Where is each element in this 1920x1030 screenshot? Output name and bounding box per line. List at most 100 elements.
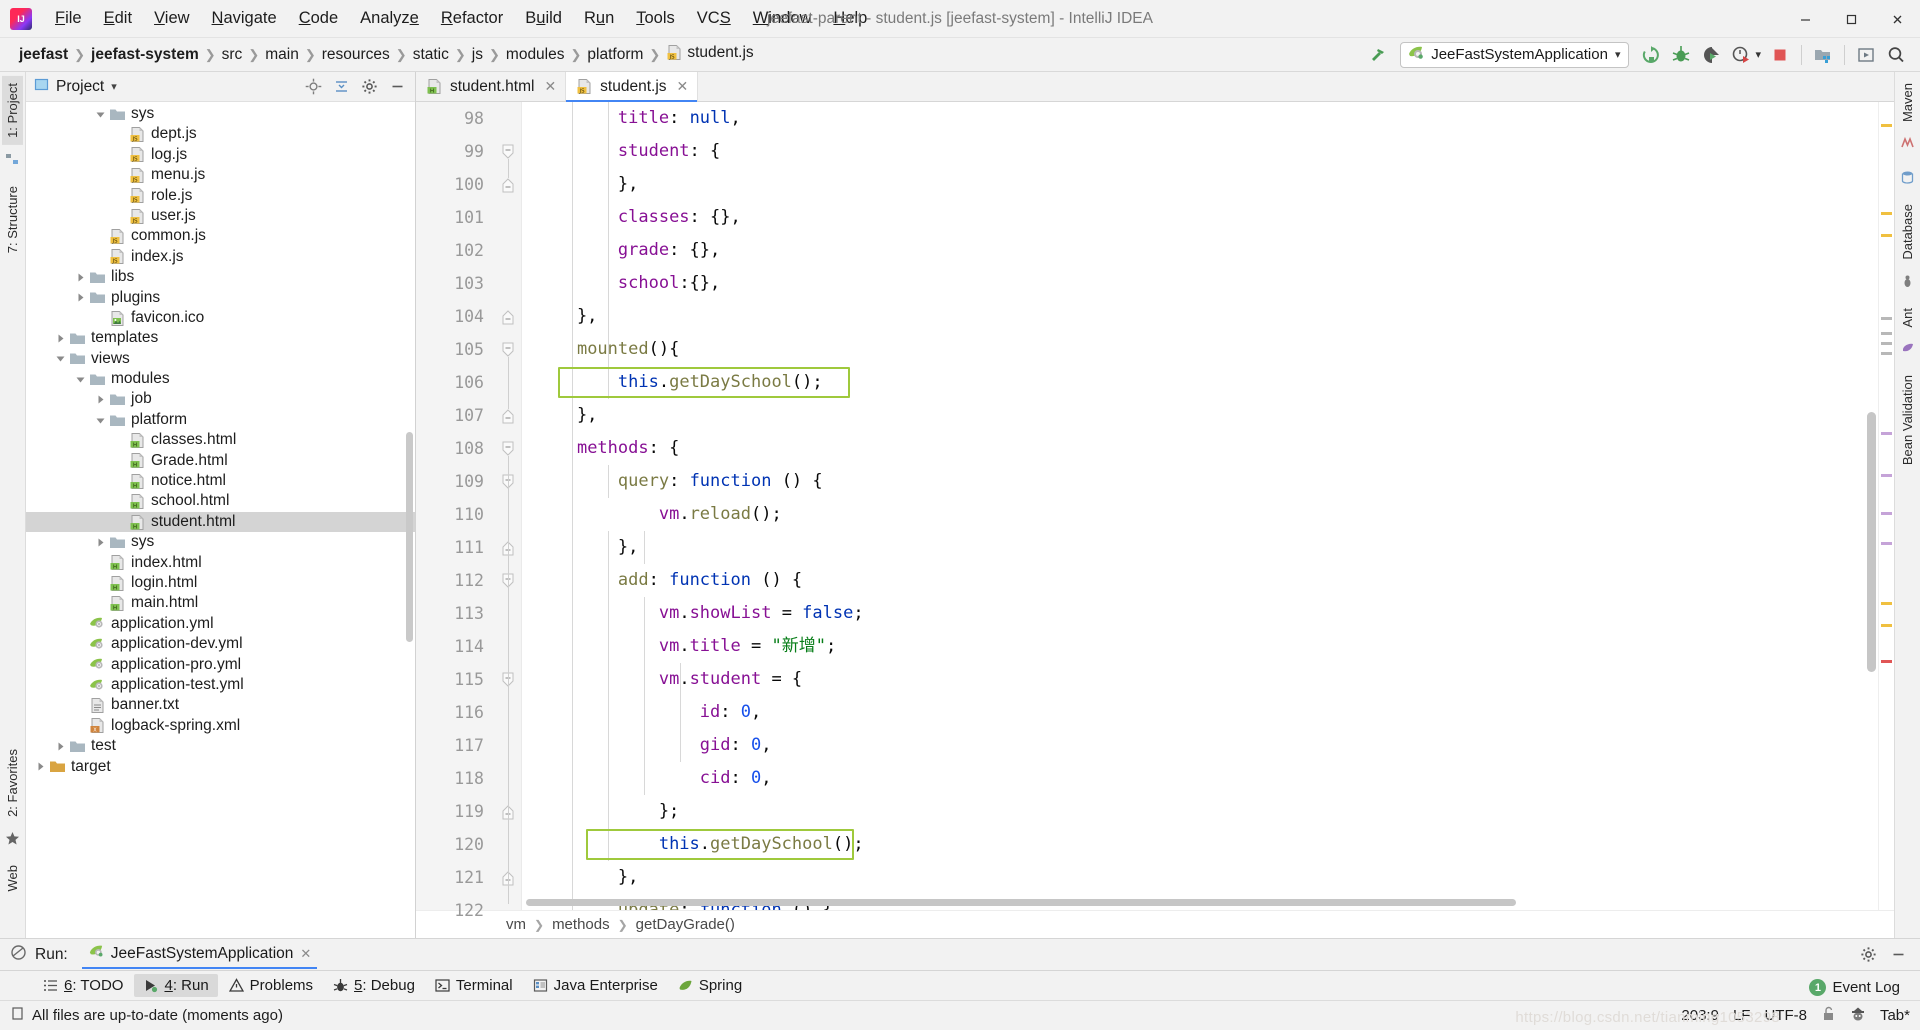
maximize-button[interactable] bbox=[1828, 0, 1874, 38]
code-line[interactable]: add: function () { bbox=[536, 564, 1878, 597]
bottom-tab-java-enterprise[interactable]: Java Enterprise bbox=[524, 974, 667, 997]
editor-horizontal-scrollbar[interactable] bbox=[526, 899, 1864, 906]
error-stripe-marker[interactable] bbox=[1881, 352, 1892, 355]
tree-item-index-js[interactable]: JSindex.js bbox=[26, 247, 415, 267]
error-stripe-marker[interactable] bbox=[1881, 124, 1892, 127]
chevron-right-icon[interactable] bbox=[72, 292, 88, 303]
tree-item-login-html[interactable]: Hlogin.html bbox=[26, 573, 415, 593]
breadcrumb-item-jeefast-system[interactable]: jeefast-system bbox=[86, 45, 204, 65]
close-icon[interactable]: ✕ bbox=[300, 946, 311, 962]
tree-item-platform[interactable]: platform bbox=[26, 410, 415, 430]
hide-icon[interactable] bbox=[1886, 943, 1910, 967]
code-line[interactable]: this.getDaySchool(); bbox=[536, 366, 1878, 399]
tree-item-menu-js[interactable]: JSmenu.js bbox=[26, 165, 415, 185]
caret-position[interactable]: 203:9 bbox=[1681, 1007, 1719, 1024]
code-line[interactable]: student: { bbox=[536, 135, 1878, 168]
code-line[interactable]: grade: {}, bbox=[536, 234, 1878, 267]
bean-validation-icon[interactable] bbox=[1900, 341, 1915, 361]
tree-item-banner-txt[interactable]: banner.txt bbox=[26, 695, 415, 715]
menu-item-view[interactable]: View bbox=[143, 5, 200, 32]
maven-icon[interactable] bbox=[1900, 136, 1915, 156]
tree-item-log-js[interactable]: JSlog.js bbox=[26, 145, 415, 165]
chevron-right-icon[interactable] bbox=[92, 394, 108, 405]
tree-item-favicon-ico[interactable]: favicon.ico bbox=[26, 308, 415, 328]
code-line[interactable]: school:{}, bbox=[536, 267, 1878, 300]
tree-item-sys[interactable]: sys bbox=[26, 532, 415, 552]
tree-item-application-test-yml[interactable]: application-test.yml bbox=[26, 675, 415, 695]
code-line[interactable]: methods: { bbox=[536, 432, 1878, 465]
code-line[interactable]: vm.reload(); bbox=[536, 498, 1878, 531]
tree-item-application-yml[interactable]: application.yml bbox=[26, 614, 415, 634]
error-stripe-marker[interactable] bbox=[1881, 602, 1892, 605]
menu-item-build[interactable]: Build bbox=[514, 5, 573, 32]
tree-item-sys[interactable]: sys bbox=[26, 104, 415, 124]
profiler-dropdown-icon[interactable]: ▾ bbox=[1755, 48, 1761, 61]
tree-item-job[interactable]: job bbox=[26, 389, 415, 409]
tree-item-test[interactable]: test bbox=[26, 736, 415, 756]
code-folding-gutter[interactable] bbox=[494, 102, 522, 910]
tree-item-logback-spring-xml[interactable]: Xlogback-spring.xml bbox=[26, 716, 415, 736]
breadcrumb-item-modules[interactable]: modules bbox=[501, 45, 570, 65]
tree-item-templates[interactable]: templates bbox=[26, 328, 415, 348]
chevron-right-icon[interactable] bbox=[52, 333, 68, 344]
code-line[interactable]: query: function () { bbox=[536, 465, 1878, 498]
code-line[interactable]: id: 0, bbox=[536, 696, 1878, 729]
sidebar-item-ant[interactable]: Ant bbox=[1897, 301, 1918, 335]
stop-icon[interactable] bbox=[1766, 41, 1794, 69]
tree-item-main-html[interactable]: Hmain.html bbox=[26, 593, 415, 613]
chevron-right-icon[interactable] bbox=[32, 761, 48, 772]
menu-item-help[interactable]: Help bbox=[822, 5, 878, 32]
error-stripe-marker[interactable] bbox=[1881, 542, 1892, 545]
menu-item-run[interactable]: Run bbox=[573, 5, 625, 32]
code-line[interactable]: mounted(){ bbox=[536, 333, 1878, 366]
error-stripe-marker[interactable] bbox=[1881, 660, 1892, 663]
tree-item-modules[interactable]: modules bbox=[26, 369, 415, 389]
tree-item-plugins[interactable]: plugins bbox=[26, 288, 415, 308]
bottom-tab-spring[interactable]: Spring bbox=[669, 974, 751, 997]
code-line[interactable]: this.getDaySchool(); bbox=[536, 828, 1878, 861]
menu-item-tools[interactable]: Tools bbox=[625, 5, 686, 32]
menu-item-refactor[interactable]: Refactor bbox=[430, 5, 514, 32]
close-icon[interactable]: ✕ bbox=[677, 78, 689, 95]
tree-item-index-html[interactable]: Hindex.html bbox=[26, 553, 415, 573]
bottom-tab-4-run[interactable]: 4: Run bbox=[134, 974, 217, 997]
settings-gear-icon[interactable] bbox=[1856, 943, 1880, 967]
breadcrumb-item-student-js[interactable]: JSstudent.js bbox=[661, 43, 758, 67]
indent-setting[interactable]: Tab* bbox=[1880, 1007, 1910, 1024]
rerun-icon[interactable] bbox=[1637, 41, 1665, 69]
error-stripe-marker[interactable] bbox=[1881, 234, 1892, 237]
run-tab-jeefast[interactable]: JeeFastSystemApplication ✕ bbox=[82, 940, 318, 969]
code-line[interactable]: vm.showList = false; bbox=[536, 597, 1878, 630]
code-editor[interactable]: 9899100101102103104105106107108109110111… bbox=[416, 102, 1894, 910]
close-icon[interactable]: ✕ bbox=[544, 78, 556, 95]
error-stripe-marker[interactable] bbox=[1881, 212, 1892, 215]
tree-item-dept-js[interactable]: JSdept.js bbox=[26, 124, 415, 144]
search-everywhere-icon[interactable] bbox=[1882, 41, 1910, 69]
chevron-down-icon[interactable]: ▾ bbox=[111, 80, 117, 93]
sidebar-item-favorites[interactable]: 2: Favorites bbox=[2, 742, 23, 824]
chevron-right-icon[interactable] bbox=[92, 537, 108, 548]
code-line[interactable]: }, bbox=[536, 531, 1878, 564]
breadcrumb-item-main[interactable]: main bbox=[260, 45, 304, 65]
breadcrumb-item-static[interactable]: static bbox=[408, 45, 454, 65]
bottom-tab-problems[interactable]: Problems bbox=[220, 974, 322, 997]
error-stripe-marker[interactable] bbox=[1881, 474, 1892, 477]
sidebar-item-database[interactable]: Database bbox=[1897, 197, 1918, 267]
error-stripe-marker[interactable] bbox=[1881, 512, 1892, 515]
error-stripe[interactable] bbox=[1878, 102, 1894, 910]
code-line[interactable]: classes: {}, bbox=[536, 201, 1878, 234]
chevron-down-icon[interactable]: ▾ bbox=[1615, 48, 1621, 61]
code-line[interactable]: }, bbox=[536, 399, 1878, 432]
sidebar-item-maven[interactable]: Maven bbox=[1897, 76, 1918, 129]
tree-item-application-dev-yml[interactable]: application-dev.yml bbox=[26, 634, 415, 654]
chevron-right-icon[interactable] bbox=[72, 272, 88, 283]
profiler-icon[interactable] bbox=[1727, 41, 1755, 69]
tree-item-user-js[interactable]: JSuser.js bbox=[26, 206, 415, 226]
breadcrumb-item-resources[interactable]: resources bbox=[317, 45, 395, 65]
locate-icon[interactable] bbox=[301, 75, 325, 99]
tree-item-student-html[interactable]: Hstudent.html bbox=[26, 512, 415, 532]
collapse-all-icon[interactable] bbox=[329, 75, 353, 99]
hammer-icon[interactable] bbox=[1364, 41, 1392, 69]
breadcrumb-item-src[interactable]: src bbox=[217, 45, 248, 65]
menu-item-edit[interactable]: Edit bbox=[93, 5, 143, 32]
